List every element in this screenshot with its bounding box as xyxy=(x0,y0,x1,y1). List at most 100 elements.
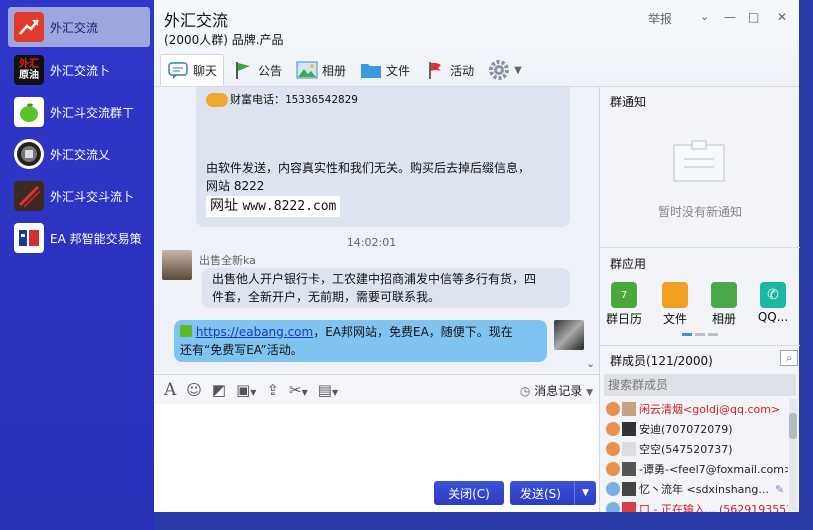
scrollbar-thumb[interactable] xyxy=(789,413,797,439)
message-input[interactable] xyxy=(154,404,599,478)
sidebar-item-1[interactable]: 外汇 原油 外汇交流卜 xyxy=(8,50,150,90)
red-flag-icon xyxy=(424,60,446,80)
message-link[interactable]: https://eabang.com xyxy=(196,325,313,339)
app-album[interactable]: 相册 xyxy=(704,282,744,327)
trend-up-icon xyxy=(14,12,44,42)
report-link[interactable]: 举报 xyxy=(648,10,672,27)
ea-logo-icon xyxy=(14,223,44,253)
sidebar-item-label: EA 邦智能交易策 xyxy=(50,231,142,246)
more-tools-icon[interactable]: ▤▼ xyxy=(318,381,338,399)
check-icon xyxy=(180,325,192,337)
sidebar-item-3[interactable]: 外汇交流乂 xyxy=(8,134,150,174)
close-window-button[interactable]: ✕ xyxy=(777,10,787,24)
sender-name: 出售全新ka xyxy=(199,254,256,267)
sidebar-item-label: 外汇交流乂 xyxy=(50,147,111,162)
member-status-icon xyxy=(606,442,620,456)
message-bubble-outgoing: https://eabang.com，EA邦网站，免费EA，随便下。现在 还有“… xyxy=(174,320,547,362)
forex-oil-icon-text-1: 外汇 xyxy=(19,59,39,70)
close-button[interactable]: 关闭(C) xyxy=(434,481,504,505)
emoji-icon[interactable]: ☺ xyxy=(186,381,202,399)
message-text: 网站 8222 xyxy=(206,179,265,193)
notice-empty-text: 暂时没有新通知 xyxy=(657,205,742,219)
edit-icon[interactable]: ✎ xyxy=(775,483,784,496)
sidebar-item-label: 外汇斗交流群ㄒ xyxy=(50,105,135,120)
tab-announcement[interactable]: 公告 xyxy=(226,55,288,85)
chat-window: 外汇交流 (2000人群) 品牌.产品 举报 ⌄ — □ ✕ 聊天 公告 相册 … xyxy=(154,0,800,516)
message-history-label: 消息记录 xyxy=(534,384,583,398)
app-label: QQ... xyxy=(757,310,789,324)
chevron-down-icon: ▼ xyxy=(514,64,522,76)
group-sidebar: 外汇交流 外汇 原油 外汇交流卜 外汇斗交流群ㄒ 外汇交流乂 外汇斗交斗流卜 EA… xyxy=(0,0,154,530)
sidebar-item-5[interactable]: EA 邦智能交易策 xyxy=(8,218,150,258)
forex-oil-icon-text-2: 原油 xyxy=(19,70,39,81)
image-icon[interactable]: ▣▼ xyxy=(236,381,256,399)
font-icon[interactable]: A xyxy=(164,380,176,400)
tab-files[interactable]: 文件 xyxy=(354,55,416,85)
app-label: 群日历 xyxy=(605,312,642,326)
member-name: 安迪(707072079) xyxy=(639,423,733,436)
tab-album[interactable]: 相册 xyxy=(290,55,352,85)
screenshot-scissors-icon[interactable]: ✂▼ xyxy=(289,381,308,399)
member-row[interactable]: -谭勇-<feel7@foxmail.com> xyxy=(606,459,788,479)
group-title: 外汇交流 xyxy=(164,11,229,30)
members-title: 群成员(121/2000) xyxy=(610,354,713,368)
sidebar-item-4[interactable]: 外汇斗交斗流卜 xyxy=(8,176,150,216)
tab-chat[interactable]: 聊天 xyxy=(160,54,225,86)
sidebar-item-2[interactable]: 外汇斗交流群ㄒ xyxy=(8,92,150,132)
upload-icon[interactable]: ⇪ xyxy=(266,381,279,399)
member-status-icon xyxy=(606,462,620,476)
avatar xyxy=(622,402,636,416)
url-banner[interactable]: 网址 www.8222.com xyxy=(206,196,341,217)
sidebar-item-label: 外汇斗交斗流卜 xyxy=(50,189,135,204)
member-status-icon xyxy=(606,422,620,436)
my-avatar[interactable] xyxy=(554,320,584,350)
app-calendar[interactable]: 7 群日历 xyxy=(604,282,644,327)
member-row[interactable]: 安迪(707072079) xyxy=(606,419,788,439)
picture-icon xyxy=(296,60,318,80)
empty-notice-icon xyxy=(672,139,726,183)
message-text: ，EA邦网站，免费EA，随便下。现在 xyxy=(313,325,513,339)
maximize-button[interactable]: □ xyxy=(748,10,759,24)
member-row[interactable]: 空空(547520737) xyxy=(606,439,788,459)
gear-icon xyxy=(488,60,510,80)
handshake-icon xyxy=(206,93,228,107)
member-name: 闲云清烟<goldj@qq.com> xyxy=(639,403,781,416)
tab-label: 文件 xyxy=(386,63,411,78)
message-text: 出售他人开户银行卡，工农建中招商浦发中信等多行有货，四 xyxy=(212,272,537,286)
avatar xyxy=(622,442,636,456)
search-icon[interactable]: ⌕ xyxy=(780,350,798,366)
sidebar-item-label: 外汇交流 xyxy=(50,20,99,35)
apps-title: 群应用 xyxy=(610,257,647,271)
chevron-down-icon[interactable]: ▼ xyxy=(574,481,596,505)
send-button[interactable]: 发送(S) ▼ xyxy=(510,481,596,505)
sidebar-item-0[interactable]: 外汇交流 xyxy=(8,7,150,47)
folder-icon xyxy=(662,282,688,308)
app-qq-more[interactable]: ✆ QQ... xyxy=(753,282,793,324)
minimize-button[interactable]: — xyxy=(724,10,736,24)
folder-icon xyxy=(360,60,382,80)
scroll-down-icon[interactable]: ⌄ xyxy=(586,357,595,370)
member-name: -谭勇-<feel7@foxmail.com> xyxy=(639,463,788,476)
settings-menu[interactable]: ▼ xyxy=(482,55,528,85)
input-toolbar: A ☺ ◩ ▣▼ ⇪ ✂▼ ▤▼ ◷ 消息记录 ▼ xyxy=(154,374,599,404)
divider xyxy=(600,247,800,248)
message-text: 还有“免费写EA”活动。 xyxy=(180,343,303,357)
message-list[interactable]: 财富电话：15336542829 由软件发送，内容真实性和我们无关。购买后去掉后… xyxy=(154,86,599,372)
tab-activity[interactable]: 活动 xyxy=(418,55,480,85)
member-row[interactable]: 闲云清烟<goldj@qq.com> xyxy=(606,399,788,419)
avatar[interactable] xyxy=(162,250,192,280)
member-name: 空空(547520737) xyxy=(639,443,733,456)
notice-title: 群通知 xyxy=(610,95,647,109)
message-text: 由软件发送，内容真实性和我们无关。购买后去掉后缀信息， xyxy=(206,161,531,175)
chat-header: 外汇交流 (2000人群) 品牌.产品 举报 ⌄ — □ ✕ 聊天 公告 相册 … xyxy=(154,0,799,86)
page-dots[interactable] xyxy=(682,333,718,336)
member-row[interactable]: 忆丶流年 <sdxinshang... ✎ xyxy=(606,479,788,499)
member-scrollbar[interactable] xyxy=(789,399,797,511)
tab-label: 公告 xyxy=(258,63,283,78)
dropdown-arrow-icon[interactable]: ⌄ xyxy=(700,10,709,23)
member-search-input[interactable]: 搜索群成员 xyxy=(604,374,796,396)
magic-emoji-icon[interactable]: ◩ xyxy=(212,381,226,399)
member-name: 忆丶流年 <sdxinshang... xyxy=(639,483,769,496)
message-history-button[interactable]: ◷ 消息记录 ▼ xyxy=(520,382,593,399)
app-files[interactable]: 文件 xyxy=(655,282,695,327)
